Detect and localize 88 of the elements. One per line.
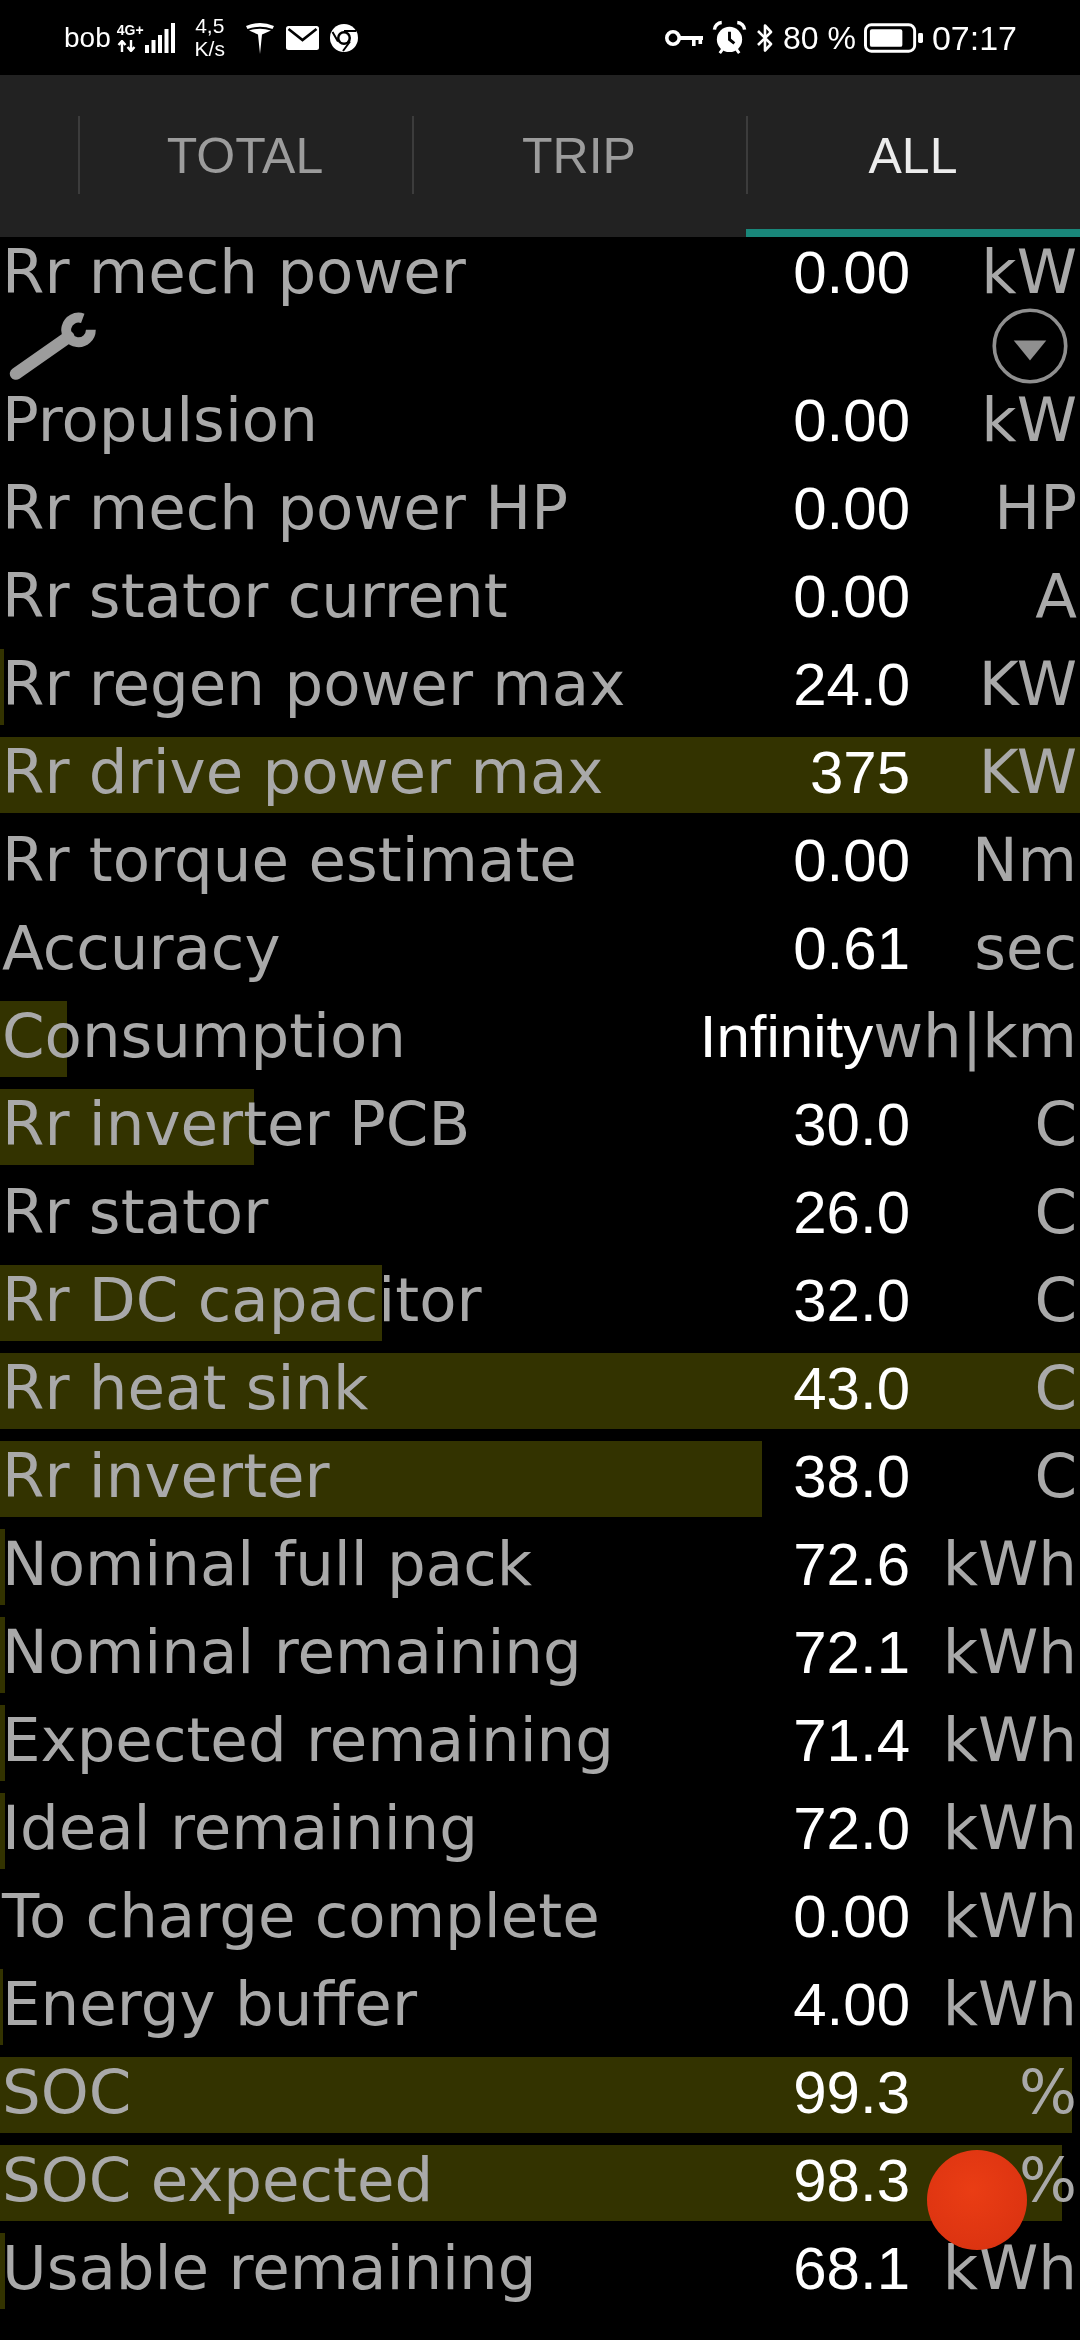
network-speed: 4,5 (195, 15, 225, 38)
row-value: 72.6 (793, 1530, 910, 1600)
row-label: Rr DC capacitor (2, 1264, 482, 1335)
row-unit: kWh (942, 2233, 1077, 2304)
tab[interactable]: TRIP (412, 75, 746, 237)
row-unit: kWh (942, 1793, 1077, 1864)
row-unit: C (1034, 1177, 1077, 1248)
key-icon (664, 27, 703, 48)
row-value: 24.0 (793, 650, 910, 720)
row-value: 0.00 (793, 562, 910, 632)
bluetooth-icon (755, 22, 774, 53)
row-unit: % (1019, 2145, 1077, 2216)
down-arrow-circle-icon[interactable] (992, 308, 1068, 384)
row-label: Rr stator (2, 1176, 269, 1247)
row-label: Rr drive power max (2, 736, 604, 807)
row-label: SOC (2, 2056, 132, 2127)
row-value: 38.0 (793, 1442, 910, 1512)
data-arrows-icon (116, 40, 137, 52)
row-unit: HP (994, 473, 1077, 544)
row-value: 68.1 (793, 2234, 910, 2304)
row-label: Usable remaining (2, 2232, 537, 2303)
row-unit: C (1034, 1265, 1077, 1336)
carrier-name: bob (64, 23, 111, 52)
row-value: 26.0 (793, 1178, 910, 1248)
row-value: 0.61 (793, 914, 910, 984)
row-label: Rr mech power HP (2, 472, 568, 543)
row-unit: kWh (942, 1881, 1077, 1952)
row-unit: KW (978, 737, 1077, 808)
row-label: Energy buffer (2, 1968, 417, 2039)
row-value: 4.00 (793, 1970, 910, 2040)
row-label: Expected remaining (2, 1704, 614, 1775)
row-unit: sec (974, 913, 1077, 984)
wrench-icon[interactable] (8, 312, 97, 381)
row-value: 72.1 (793, 1618, 910, 1688)
row-unit: C (1034, 1089, 1077, 1160)
row-value: 72.0 (793, 1794, 910, 1864)
row-label: Rr heat sink (2, 1352, 369, 1423)
row-unit: wh|km (873, 1001, 1077, 1072)
row-unit: kW (981, 237, 1077, 308)
row-label: Nominal full pack (2, 1528, 533, 1599)
row-unit: kWh (942, 1969, 1077, 2040)
row-label: Nominal remaining (2, 1616, 582, 1687)
row-label: Rr regen power max (2, 648, 626, 719)
row-label: Rr inverter PCB (2, 1088, 471, 1159)
row-value: 375 (809, 738, 910, 808)
row-unit: kWh (942, 1617, 1077, 1688)
signal-icon (144, 22, 175, 53)
alarm-clock-icon (711, 20, 747, 55)
mail-icon (285, 25, 319, 50)
network-type: 4G+ (116, 23, 144, 37)
row-label: Rr mech power (2, 236, 466, 307)
row-unit: kWh (942, 1705, 1077, 1776)
battery-percent: 80 % (782, 21, 856, 54)
row-label: Propulsion (2, 384, 318, 455)
row-value: Infinity (699, 1002, 874, 1070)
tab[interactable]: TOTAL (78, 75, 412, 237)
row-label: Rr torque estimate (2, 824, 577, 895)
row-unit: A (1035, 561, 1077, 632)
row-unit: Nm (971, 825, 1077, 896)
row-unit: kWh (942, 1529, 1077, 1600)
row-value: 30.0 (793, 1090, 910, 1160)
row-value: 43.0 (793, 1354, 910, 1424)
row-unit: C (1034, 1353, 1077, 1424)
row-value: 0.00 (793, 1882, 910, 1952)
row-value: 99.3 (793, 2058, 910, 2128)
row-value: 98.3 (793, 2146, 910, 2216)
circle-logo-icon (329, 23, 358, 52)
row-label: Rr stator current (2, 560, 508, 631)
speed-unit: K/s (194, 37, 225, 60)
row-value: 0.00 (793, 826, 910, 896)
row-value: 32.0 (793, 1266, 910, 1336)
tab[interactable]: ALL (746, 75, 1080, 237)
row-label: Rr inverter (2, 1440, 330, 1511)
row-label: To charge complete (2, 1880, 600, 1951)
row-value: 0.00 (793, 386, 910, 456)
row-label: Ideal remaining (2, 1792, 478, 1863)
row-unit: % (1019, 2057, 1077, 2128)
row-unit: KW (978, 649, 1077, 720)
row-value: 0.00 (793, 238, 910, 308)
row-value: 0.00 (793, 474, 910, 544)
clock-time: 07:17 (931, 20, 1017, 55)
row-unit: kW (981, 385, 1077, 456)
row-label: SOC expected (2, 2144, 434, 2215)
battery-icon (863, 22, 923, 53)
row-value: 71.4 (793, 1706, 910, 1776)
row-unit: C (1034, 1441, 1077, 1512)
row-label: Accuracy (2, 912, 281, 983)
row-label: Consumption (2, 1000, 406, 1071)
